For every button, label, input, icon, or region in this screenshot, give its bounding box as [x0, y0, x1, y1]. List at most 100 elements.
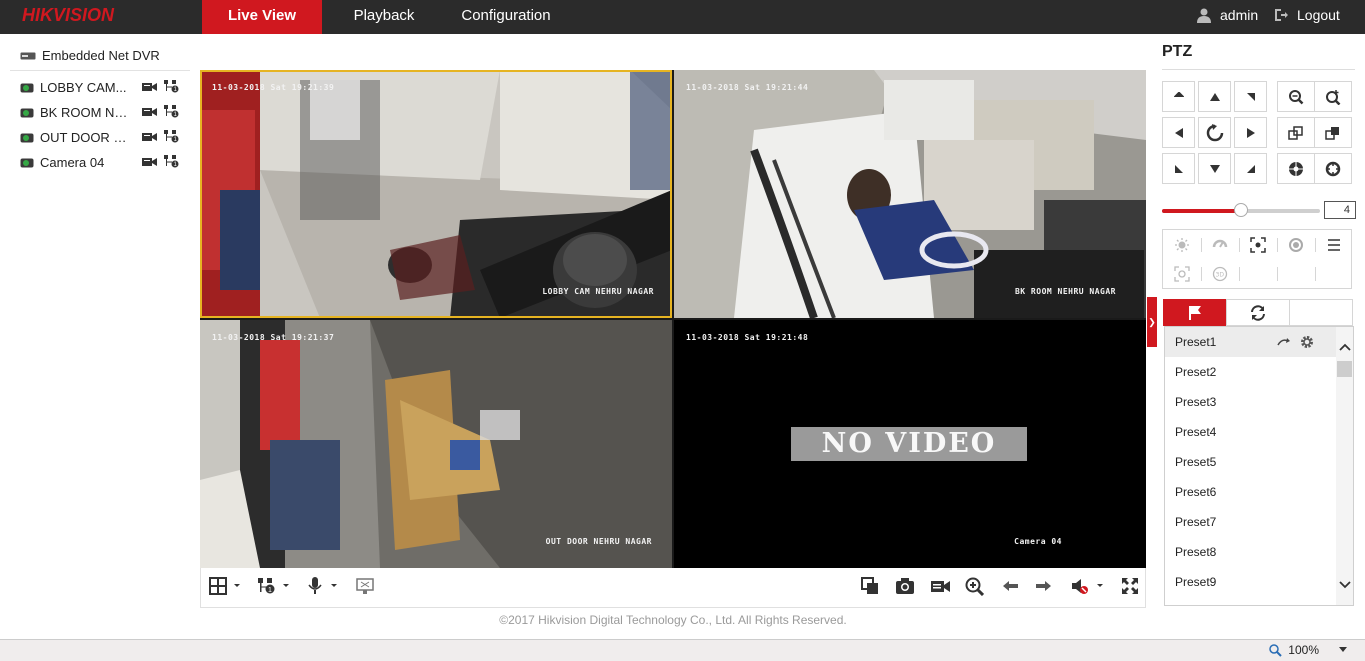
- tree-camera-4[interactable]: Camera 04 1: [10, 150, 190, 175]
- tab-configuration[interactable]: Configuration: [450, 0, 562, 34]
- tab-patrol[interactable]: [1226, 299, 1290, 326]
- record-icon[interactable]: [142, 156, 157, 167]
- tree-root-label: Embedded Net DVR: [42, 48, 160, 63]
- collapse-panel-button[interactable]: ❯: [1147, 297, 1157, 347]
- gear-icon[interactable]: [1300, 335, 1314, 349]
- preset-label: Preset6: [1175, 485, 1217, 499]
- digital-zoom-button[interactable]: [356, 577, 374, 598]
- stream-dropdown[interactable]: 1: [257, 577, 291, 598]
- audio-dropdown[interactable]: [1071, 577, 1105, 598]
- preset-item-9[interactable]: Preset9: [1165, 567, 1337, 597]
- layout-dropdown[interactable]: [209, 577, 241, 598]
- lens-init-button[interactable]: [1277, 231, 1315, 259]
- manual-track-icon: [1174, 266, 1190, 282]
- iris-open-icon: [1289, 161, 1303, 176]
- focus-far-button[interactable]: [1314, 117, 1352, 148]
- stop-all-button[interactable]: [861, 577, 879, 598]
- tree-camera-1[interactable]: LOBBY CAM... 1: [10, 75, 190, 100]
- no-video-banner: NO VIDEO: [791, 427, 1027, 461]
- scrollbar-thumb[interactable]: [1337, 361, 1352, 377]
- preset-label: Preset2: [1175, 365, 1217, 379]
- zoom-in-button[interactable]: [1314, 81, 1352, 112]
- ptz-right-button[interactable]: [1234, 117, 1267, 148]
- preset-item-2[interactable]: Preset2: [1165, 357, 1337, 387]
- ptz-up-right-button[interactable]: [1234, 81, 1267, 112]
- preset-scrollbar[interactable]: [1336, 327, 1353, 605]
- logout-button[interactable]: Logout: [1274, 7, 1340, 23]
- preset-list: Preset1 Preset2 Preset3 Preset4 Preset5 …: [1164, 326, 1354, 606]
- preset-item-4[interactable]: Preset4: [1165, 417, 1337, 447]
- tab-pattern[interactable]: [1289, 299, 1353, 326]
- stream-icon[interactable]: 1: [163, 79, 179, 93]
- fullscreen-button[interactable]: [1121, 577, 1139, 598]
- preset-item-6[interactable]: Preset6: [1165, 477, 1337, 507]
- next-page-button[interactable]: [1035, 577, 1053, 598]
- wiper-button[interactable]: [1201, 231, 1239, 259]
- ptz-left-button[interactable]: [1162, 117, 1195, 148]
- ptz-down-button[interactable]: [1198, 153, 1231, 184]
- outdoor-camera-feed: [200, 320, 672, 568]
- tab-live-view[interactable]: Live View: [202, 0, 322, 34]
- ptz-down-right-button[interactable]: [1234, 153, 1267, 184]
- light-button[interactable]: [1163, 231, 1201, 259]
- ptz-down-left-button[interactable]: [1162, 153, 1195, 184]
- arrow-left-icon: [1174, 127, 1183, 138]
- prev-page-button[interactable]: [1001, 577, 1019, 598]
- arrow-up-icon: [1209, 92, 1220, 101]
- video-grid: 11-03-2018 Sat 19:21:39 LOBBY CAM NEHRU …: [200, 70, 1146, 568]
- tab-playback[interactable]: Playback: [338, 0, 430, 34]
- arrow-up-left-icon: [1173, 91, 1184, 97]
- menu-button[interactable]: [1315, 231, 1353, 259]
- preset-item-7[interactable]: Preset7: [1165, 507, 1337, 537]
- record-button[interactable]: [930, 577, 950, 598]
- video-window-3[interactable]: 11-03-2018 Sat 19:21:37 OUT DOOR NEHRU N…: [200, 320, 672, 568]
- preset-item-1[interactable]: Preset1: [1165, 327, 1337, 357]
- preset-item-3[interactable]: Preset3: [1165, 387, 1337, 417]
- record-icon[interactable]: [142, 131, 157, 142]
- call-preset-icon[interactable]: [1277, 336, 1291, 348]
- iris-open-button[interactable]: [1277, 153, 1315, 184]
- osd-timestamp: 11-03-2018 Sat 19:21:48: [686, 333, 809, 342]
- stream-icon[interactable]: 1: [163, 104, 179, 118]
- microphone-dropdown[interactable]: [307, 577, 339, 598]
- ptz-auto-button[interactable]: [1198, 117, 1231, 148]
- zoom-level-control[interactable]: 100%: [1269, 643, 1347, 657]
- preset-label: Preset4: [1175, 425, 1217, 439]
- stream-icon[interactable]: 1: [163, 154, 179, 168]
- camera-icon: [20, 83, 34, 92]
- preset-item-5[interactable]: Preset5: [1165, 447, 1337, 477]
- record-icon[interactable]: [142, 106, 157, 117]
- manual-track-button[interactable]: [1163, 260, 1201, 288]
- focus-near-button[interactable]: [1277, 117, 1315, 148]
- camera-icon: [20, 158, 34, 167]
- chevron-right-icon: ❯: [1148, 317, 1156, 327]
- user-menu[interactable]: admin: [1197, 7, 1258, 23]
- zoom-out-button[interactable]: [1277, 81, 1315, 112]
- zoom-in-icon: [1326, 89, 1341, 105]
- tree-root-dvr[interactable]: Embedded Net DVR: [10, 45, 190, 71]
- zoom-button[interactable]: [965, 577, 985, 599]
- tree-camera-2[interactable]: BK ROOM NE... 1: [10, 100, 190, 125]
- video-window-2[interactable]: 11-03-2018 Sat 19:21:44 BK ROOM NEHRU NA…: [674, 70, 1146, 318]
- lens-init-icon: [1289, 238, 1303, 252]
- auxiliary-focus-button[interactable]: [1239, 231, 1277, 259]
- video-window-4[interactable]: 11-03-2018 Sat 19:21:48 NO VIDEO Camera …: [674, 320, 1146, 568]
- preset-item-8[interactable]: Preset8: [1165, 537, 1337, 567]
- stream-icon[interactable]: 1: [163, 129, 179, 143]
- record-icon[interactable]: [142, 81, 157, 92]
- tab-preset[interactable]: [1163, 299, 1227, 326]
- iris-close-button[interactable]: [1314, 153, 1352, 184]
- live-view-toolbar: 1: [200, 568, 1146, 608]
- ptz-up-button[interactable]: [1198, 81, 1231, 112]
- chevron-down-icon[interactable]: [1339, 581, 1351, 589]
- 3d-positioning-button[interactable]: 3D: [1201, 260, 1239, 288]
- tree-camera-3[interactable]: OUT DOOR N... 1: [10, 125, 190, 150]
- zoom-level: 100%: [1288, 643, 1319, 657]
- ptz-speed-value[interactable]: 4: [1324, 201, 1356, 219]
- ptz-speed-thumb[interactable]: [1234, 203, 1248, 217]
- video-window-1[interactable]: 11-03-2018 Sat 19:21:39 LOBBY CAM NEHRU …: [200, 70, 672, 318]
- chevron-up-icon[interactable]: [1339, 343, 1351, 351]
- zoom-icon: [965, 577, 985, 597]
- ptz-up-left-button[interactable]: [1162, 81, 1195, 112]
- capture-button[interactable]: [895, 577, 915, 598]
